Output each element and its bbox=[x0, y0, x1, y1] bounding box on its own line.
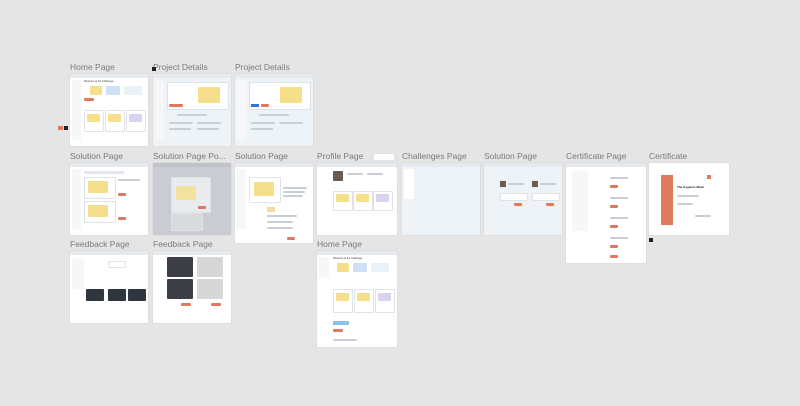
frame-label-feedback-page-2: Feedback Page bbox=[153, 239, 213, 249]
selection-marker bbox=[64, 126, 68, 130]
frame-home-page-1[interactable]: Welcome to the Challenge bbox=[70, 74, 148, 146]
frame-label-solution-page-1: Solution Page bbox=[70, 151, 123, 161]
frame-solution-page-popup[interactable] bbox=[153, 163, 231, 235]
frame-label-home-page-1: Home Page bbox=[70, 62, 115, 72]
frame-label-project-details-2: Project Details bbox=[235, 62, 290, 72]
frame-solution-page-3[interactable] bbox=[484, 163, 562, 235]
frame-label-solution-page-2: Solution Page bbox=[235, 151, 288, 161]
selection-marker bbox=[152, 67, 156, 71]
frame-profile-page[interactable] bbox=[317, 163, 397, 235]
frame-certificate-page[interactable] bbox=[566, 163, 646, 263]
frame-challenges-page[interactable] bbox=[402, 163, 480, 235]
frame-label-challenges-page: Challenges Page bbox=[402, 151, 467, 161]
frame-project-details-2[interactable] bbox=[235, 74, 313, 146]
frame-label-certificate-page: Certificate Page bbox=[566, 151, 627, 161]
frame-solution-page-1[interactable] bbox=[70, 163, 148, 235]
profile-dropdown[interactable] bbox=[373, 153, 395, 161]
frame-home-page-2[interactable]: Welcome to the Challenge bbox=[317, 251, 397, 347]
selection-marker bbox=[649, 238, 653, 242]
frame-feedback-page-1[interactable] bbox=[70, 251, 148, 323]
frame-label-solution-page-popup: Solution Page Po... bbox=[153, 151, 226, 161]
frame-certificate[interactable]: The Hygienic Mask bbox=[649, 163, 729, 235]
frame-project-details-1[interactable] bbox=[153, 74, 231, 146]
certificate-title: The Hygienic Mask bbox=[677, 185, 705, 189]
frame-solution-page-2[interactable] bbox=[235, 163, 313, 243]
frame-label-certificate: Certificate bbox=[649, 151, 688, 161]
design-canvas: { "canvas": { "background": "#e5e5e5", "… bbox=[0, 0, 800, 406]
welcome-title: Welcome to the Challenge bbox=[333, 257, 363, 260]
avatar bbox=[333, 171, 343, 181]
frame-feedback-page-2[interactable] bbox=[153, 251, 231, 323]
frame-label-home-page-2: Home Page bbox=[317, 239, 362, 249]
frame-label-profile-page: Profile Page bbox=[317, 151, 364, 161]
sidebar bbox=[72, 80, 81, 140]
frame-label-project-details-1: Project Details bbox=[153, 62, 208, 72]
frame-label-solution-page-3: Solution Page bbox=[484, 151, 537, 161]
frame-label-feedback-page-1: Feedback Page bbox=[70, 239, 130, 249]
selection-marker bbox=[58, 126, 63, 130]
welcome-title: Welcome to the Challenge bbox=[84, 80, 114, 83]
